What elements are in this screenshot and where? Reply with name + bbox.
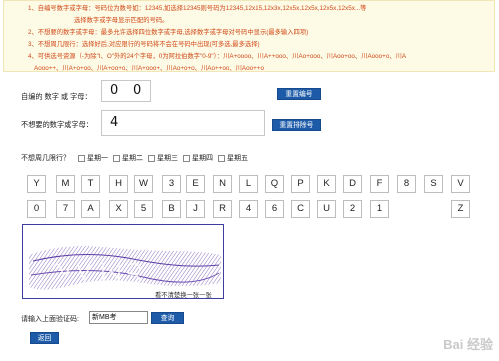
instructions-notice: 1、自编号数字或字母：号码位为数号如：12345,如选择12345则号码为123…	[3, 0, 495, 72]
verification-label: 请输入上面验证码:	[21, 316, 79, 323]
key-button[interactable]: Y	[27, 175, 46, 193]
custom-number-input[interactable]: 0 0	[101, 80, 151, 102]
key-button[interactable]: F	[370, 175, 389, 193]
checkbox-icon	[218, 154, 225, 162]
unwanted-char-1: 4	[110, 115, 119, 130]
query-button[interactable]: 查询	[151, 312, 184, 324]
key-button[interactable]: L	[239, 175, 258, 193]
day-wednesday-label: 星期三	[157, 155, 178, 162]
refresh-captcha-link[interactable]: 看不清楚换一张一张	[155, 290, 212, 299]
key-button[interactable]: 5	[134, 200, 153, 218]
key-button[interactable]: U	[317, 200, 336, 218]
key-button[interactable]: J	[186, 200, 205, 218]
key-button[interactable]: 8	[397, 175, 416, 193]
key-button[interactable]: P	[291, 175, 310, 193]
key-button[interactable]: E	[186, 175, 205, 193]
reset-exclusion-button[interactable]: 重置排除号	[272, 119, 321, 131]
key-button[interactable]: H	[109, 175, 128, 193]
captcha-image[interactable]	[22, 224, 224, 299]
custom-number-char-2: 0	[133, 83, 142, 98]
key-button[interactable]: 4	[239, 200, 258, 218]
key-button[interactable]: S	[424, 175, 443, 193]
key-button[interactable]: C	[291, 200, 310, 218]
watermark-logo: Bai 经验	[443, 337, 493, 352]
back-button[interactable]: 返回	[30, 332, 59, 344]
day-thursday-checkbox[interactable]: 星期四	[183, 153, 213, 163]
day-friday-label: 星期五	[227, 155, 248, 162]
captcha-graphic	[29, 246, 221, 290]
key-button[interactable]: 2	[343, 200, 362, 218]
day-tuesday-checkbox[interactable]: 星期二	[113, 153, 143, 163]
notice-line-6: Aooo++、川A+o+oo、川A+oo+o、川A+ooo+、川Ao+o+o、川…	[34, 65, 264, 72]
key-button[interactable]: V	[451, 175, 470, 193]
weekday-restriction: 不想周几限行？ 星期一 星期二 星期三 星期四 星期五	[21, 152, 253, 164]
day-monday-label: 星期一	[87, 155, 108, 162]
day-tuesday-label: 星期二	[122, 155, 143, 162]
verification-input[interactable]: 新MB考	[89, 311, 148, 324]
checkbox-icon	[183, 154, 190, 162]
reset-number-button[interactable]: 重置编号	[277, 88, 321, 100]
key-button[interactable]: 7	[56, 200, 75, 218]
checkbox-icon	[78, 154, 85, 162]
key-button[interactable]: N	[213, 175, 232, 193]
weekday-restriction-label: 不想周几限行？	[21, 155, 70, 162]
key-button[interactable]: 3	[162, 175, 181, 193]
key-button[interactable]: K	[317, 175, 336, 193]
key-button[interactable]: D	[343, 175, 362, 193]
notice-line-1: 1、自编号数字或字母：号码位为数号如：12345,如选择12345则号码为123…	[28, 5, 367, 12]
notice-line-4: 3、不想周几限行：选择好后,对应限行的号码将不会在号码中出现(可多选,最多选择)	[28, 41, 260, 48]
checkbox-icon	[113, 154, 120, 162]
key-button[interactable]: W	[134, 175, 153, 193]
notice-line-2: 选择数字或字母显示匹配的号码。	[74, 17, 169, 24]
custom-number-label: 自编的 数字 或 字母：	[21, 92, 92, 101]
key-button[interactable]: T	[81, 175, 100, 193]
day-thursday-label: 星期四	[192, 155, 213, 162]
day-wednesday-checkbox[interactable]: 星期三	[148, 153, 178, 163]
key-button[interactable]: Q	[265, 175, 284, 193]
key-button[interactable]: 1	[370, 200, 389, 218]
key-button[interactable]: A	[81, 200, 100, 218]
key-button[interactable]: X	[109, 200, 128, 218]
day-friday-checkbox[interactable]: 星期五	[218, 153, 248, 163]
key-button[interactable]: Z	[451, 200, 470, 218]
key-button[interactable]: 0	[27, 200, 46, 218]
notice-line-5: 4、可供选号资源（-为除"I、O"外的24个字母，0为阿拉伯数字"0-9"）：川…	[28, 53, 407, 60]
key-button[interactable]: R	[213, 200, 232, 218]
key-button[interactable]: M	[56, 175, 75, 193]
unwanted-label: 不想要的数字或字母：	[21, 120, 93, 129]
day-monday-checkbox[interactable]: 星期一	[78, 153, 108, 163]
key-button[interactable]: B	[162, 200, 181, 218]
unwanted-input[interactable]: 4	[101, 110, 265, 136]
custom-number-char-1: 0	[110, 83, 119, 98]
notice-line-3: 2、不想要的数字或字母：最多允许选择四位数字或字母,选择数字或字母对号码中显示(…	[28, 29, 309, 36]
checkbox-icon	[148, 154, 155, 162]
key-button[interactable]: 6	[265, 200, 284, 218]
